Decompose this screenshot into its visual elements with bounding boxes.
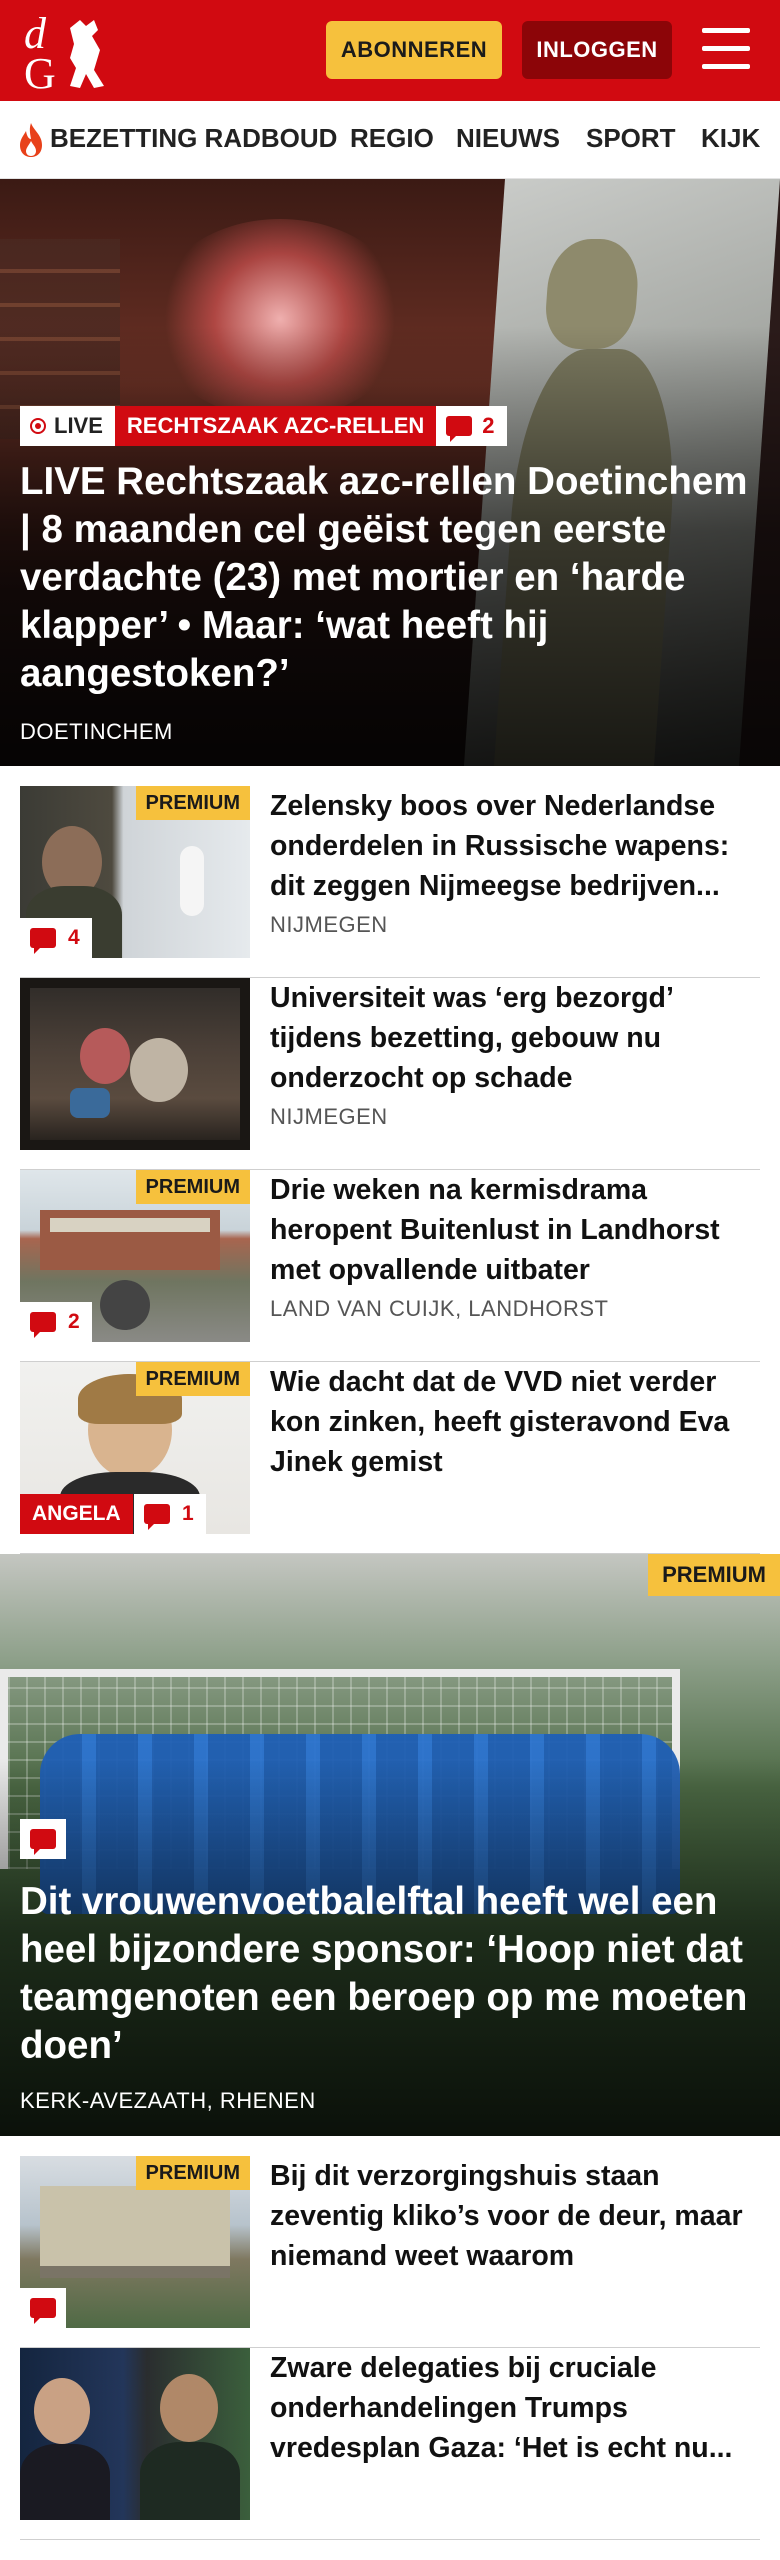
- comment-icon: [30, 1829, 56, 1855]
- premium-badge: PREMIUM: [648, 1554, 780, 1596]
- comment-badge[interactable]: [20, 1819, 66, 1859]
- list-item[interactable]: PREMIUM 2 Drie weken na kermisdrama hero…: [20, 1170, 760, 1362]
- comment-icon: [144, 1504, 170, 1530]
- subscribe-button[interactable]: ABONNEREN: [326, 21, 502, 79]
- premium-badge: PREMIUM: [135, 2156, 250, 2190]
- hero-location: DOETINCHEM: [20, 719, 173, 744]
- live-dot-icon: [30, 418, 46, 434]
- flame-icon: [20, 123, 42, 157]
- list-item[interactable]: PREMIUM Bij dit verzorgingshuis staan ze…: [20, 2156, 760, 2348]
- list-item[interactable]: PREMIUM 4 Zelensky boos over Nederlandse…: [20, 786, 760, 978]
- comment-count-badge[interactable]: 4: [20, 918, 92, 958]
- comment-badge[interactable]: [20, 2288, 66, 2328]
- premium-badge: PREMIUM: [135, 1362, 250, 1396]
- topic-tag[interactable]: RECHTSZAAK AZC-RELLEN: [114, 406, 437, 446]
- article-thumbnail: PREMIUM ANGELA 1: [20, 1362, 250, 1534]
- article-headline[interactable]: Zelensky boos over Nederlandse onderdele…: [270, 786, 760, 906]
- article-headline[interactable]: Zware delegaties bij cruciale onderhande…: [270, 2348, 760, 2468]
- article-headline[interactable]: Wie dacht dat de VVD niet verder kon zin…: [270, 1362, 760, 1482]
- article-location: NIJMEGEN: [270, 1104, 388, 1129]
- hamburger-menu-icon[interactable]: [700, 26, 752, 72]
- dg-logo[interactable]: d G: [22, 8, 122, 98]
- premium-badge: PREMIUM: [135, 1170, 250, 1204]
- article-thumbnail: PREMIUM: [20, 2156, 250, 2328]
- top-bar: d G ABONNEREN INLOGGEN: [0, 0, 780, 101]
- login-button[interactable]: INLOGGEN: [522, 21, 672, 79]
- article-headline[interactable]: Bij dit verzorgingshuis staan zeventig k…: [270, 2156, 760, 2276]
- featured-article[interactable]: PREMIUM Dit vrouwenvoetbalelftal heeft w…: [0, 1554, 780, 2136]
- premium-badge: PREMIUM: [135, 786, 250, 820]
- list-item[interactable]: Universiteit was ‘erg bezorgd’ tijdens b…: [20, 978, 760, 1170]
- comment-count-badge[interactable]: 2: [436, 406, 507, 446]
- comment-icon: [446, 416, 473, 442]
- list-item[interactable]: Zware delegaties bij cruciale onderhande…: [20, 2348, 760, 2540]
- nav-item-nieuws[interactable]: NIEUWS: [456, 123, 560, 154]
- article-thumbnail: [20, 978, 250, 1150]
- article-thumbnail: PREMIUM 4: [20, 786, 250, 958]
- comment-count-badge[interactable]: 1: [134, 1494, 206, 1534]
- comment-icon: [30, 2298, 56, 2324]
- hero-tags: LIVE RECHTSZAAK AZC-RELLEN 2: [20, 406, 507, 446]
- article-location: NIJMEGEN: [270, 912, 388, 937]
- author-tag[interactable]: ANGELA: [20, 1494, 133, 1534]
- article-location: LAND VAN CUIJK, LANDHORST: [270, 1296, 609, 1321]
- article-thumbnail: PREMIUM 2: [20, 1170, 250, 1342]
- comment-icon: [30, 928, 56, 954]
- svg-text:G: G: [24, 49, 56, 94]
- article-headline[interactable]: Universiteit was ‘erg bezorgd’ tijdens b…: [270, 978, 760, 1098]
- hero-article[interactable]: LIVE RECHTSZAAK AZC-RELLEN 2 LIVE Rechts…: [0, 179, 780, 766]
- featured-location: KERK-AVEZAATH, RHENEN: [20, 2088, 316, 2113]
- nav-item-regio[interactable]: REGIO: [350, 123, 434, 154]
- list-item[interactable]: PREMIUM ANGELA 1 Wie dacht dat de VVD ni…: [20, 1362, 760, 1554]
- hero-headline[interactable]: LIVE Rechtszaak azc-rellen Doetinchem | …: [20, 458, 765, 698]
- featured-headline[interactable]: Dit vrouwenvoetbalelftal heeft wel een h…: [20, 1878, 760, 2070]
- live-badge: LIVE: [20, 406, 115, 446]
- article-thumbnail: [20, 2348, 250, 2520]
- comment-count-badge[interactable]: 2: [20, 1302, 92, 1342]
- nav-item-bezetting-radboud[interactable]: BEZETTING RADBOUD: [50, 123, 337, 154]
- nav-item-kijk[interactable]: KIJK: [701, 123, 760, 154]
- section-nav: BEZETTING RADBOUD REGIO NIEUWS SPORT KIJ…: [0, 101, 780, 179]
- comment-icon: [30, 1312, 56, 1338]
- article-headline[interactable]: Drie weken na kermisdrama heropent Buite…: [270, 1170, 760, 1290]
- nav-item-sport[interactable]: SPORT: [586, 123, 676, 154]
